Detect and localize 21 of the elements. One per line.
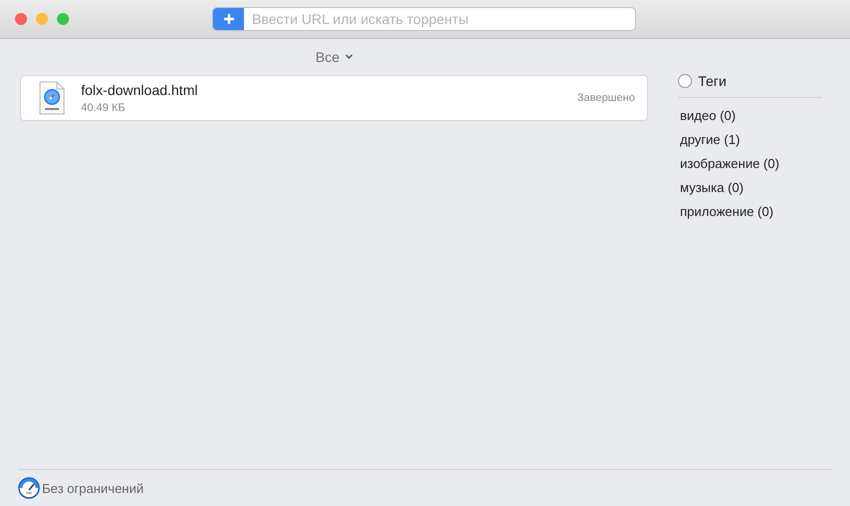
file-size: 40.49 КБ (81, 102, 126, 114)
tags-title: Теги (698, 73, 726, 89)
tag-item[interactable]: приложение (0) (678, 200, 822, 224)
filter-dropdown[interactable]: Все (315, 49, 353, 65)
tags-toggle[interactable] (678, 74, 692, 88)
speed-limit-label[interactable]: Без ограничений (42, 480, 144, 496)
plus-icon (222, 13, 234, 25)
file-name: folx-download.html (81, 82, 199, 98)
download-item[interactable]: folx-download.html 40.49 КБ Завершено (20, 75, 648, 121)
add-button[interactable] (213, 8, 244, 30)
zoom-button[interactable] (57, 13, 69, 25)
tag-item[interactable]: видео (0) (678, 104, 822, 128)
close-button[interactable] (15, 13, 27, 25)
tag-item[interactable]: музыка (0) (678, 176, 822, 200)
tag-item[interactable]: другие (1) (678, 128, 822, 152)
search-bar[interactable]: Ввести URL или искать торренты (212, 7, 636, 31)
download-status: Завершено (577, 92, 635, 104)
speedometer-icon[interactable] (18, 477, 40, 499)
chevron-down-icon (344, 54, 353, 60)
html-file-icon (39, 81, 65, 115)
tag-item[interactable]: изображение (0) (678, 152, 822, 176)
